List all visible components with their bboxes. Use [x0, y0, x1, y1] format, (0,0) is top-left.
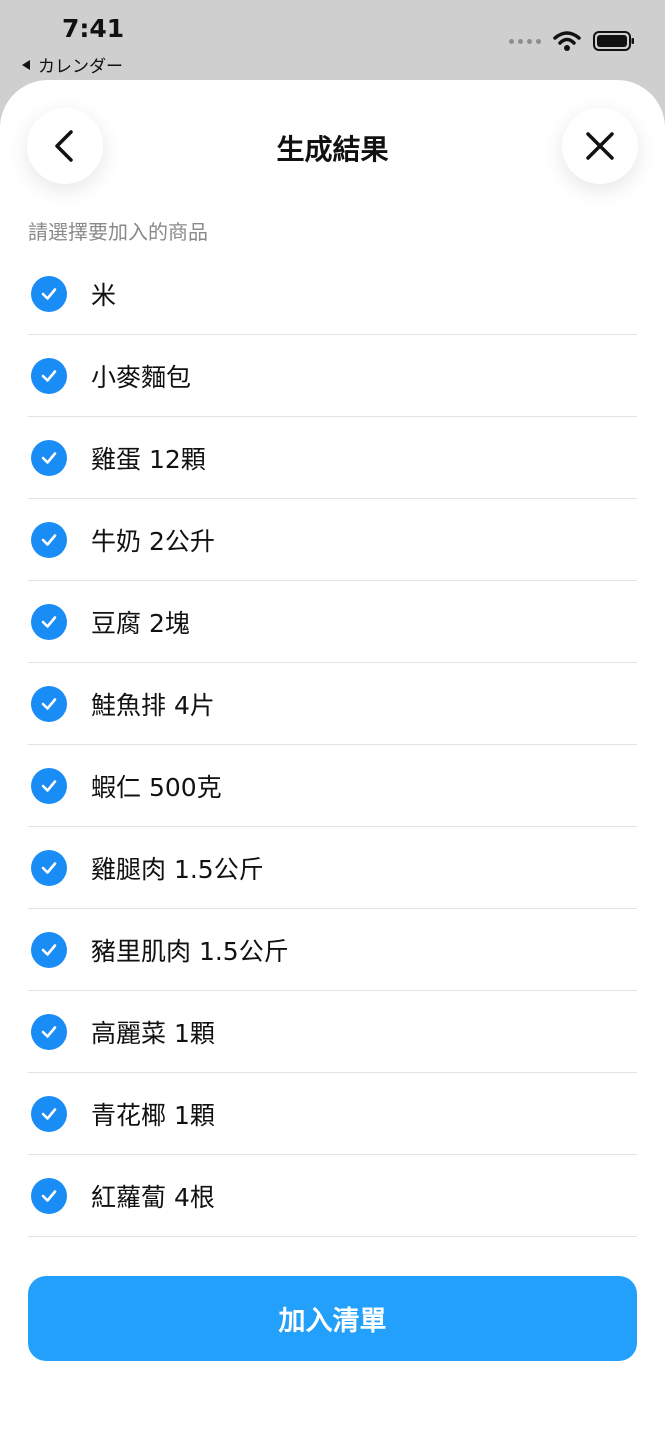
list-item[interactable]: 紅蘿蔔 4根 — [28, 1155, 637, 1237]
triangle-left-icon — [22, 59, 30, 70]
status-bar: 7:41 カレンダー — [0, 0, 665, 80]
list-item[interactable]: 牛奶 2公升 — [28, 499, 637, 581]
item-label: 紅蘿蔔 4根 — [91, 1182, 215, 1212]
list-item[interactable]: 小麥麵包 — [28, 335, 637, 417]
checkmark-icon[interactable] — [31, 767, 67, 804]
item-label: 豆腐 2塊 — [91, 608, 190, 638]
list-item[interactable]: 雞腿肉 1.5公斤 — [28, 827, 637, 909]
status-time: 7:41 — [62, 14, 125, 43]
item-label: 鮭魚排 4片 — [91, 690, 215, 720]
item-label: 青花椰 1顆 — [91, 1100, 215, 1130]
checkmark-icon[interactable] — [31, 931, 67, 968]
list-item[interactable]: 豆腐 2塊 — [28, 581, 637, 663]
instruction-text: 請選擇要加入的商品 — [28, 220, 208, 244]
item-label: 小麥麵包 — [91, 362, 192, 392]
list-item[interactable]: 蝦仁 500克 — [28, 745, 637, 827]
checkmark-icon[interactable] — [31, 849, 67, 886]
list-item[interactable]: 鮭魚排 4片 — [28, 663, 637, 745]
wifi-icon — [553, 31, 581, 51]
status-indicators — [509, 30, 635, 52]
checkmark-icon[interactable] — [31, 685, 67, 722]
item-label: 牛奶 2公升 — [91, 526, 215, 556]
checkmark-icon[interactable] — [31, 357, 67, 394]
checkmark-icon[interactable] — [31, 439, 67, 476]
list-item[interactable]: 米 — [28, 253, 637, 335]
item-label: 雞蛋 12顆 — [91, 444, 206, 474]
status-back-link[interactable]: カレンダー — [20, 52, 123, 77]
item-label: 雞腿肉 1.5公斤 — [91, 854, 264, 884]
close-button[interactable] — [562, 108, 638, 184]
checkmark-icon[interactable] — [31, 603, 67, 640]
checkmark-icon[interactable] — [31, 1177, 67, 1214]
checkmark-icon[interactable] — [31, 1095, 67, 1132]
battery-icon — [593, 31, 634, 51]
checkmark-icon[interactable] — [31, 275, 67, 312]
list-item[interactable]: 雞蛋 12顆 — [28, 417, 637, 499]
item-label: 米 — [91, 280, 117, 310]
add-to-list-button[interactable]: 加入清單 — [28, 1276, 637, 1361]
result-sheet: 生成結果 請選擇要加入的商品 米 小麥麵包 雞蛋 12顆 牛奶 2公升 豆腐 2… — [0, 80, 665, 1440]
list-item[interactable]: 青花椰 1顆 — [28, 1073, 637, 1155]
signal-icon — [509, 38, 541, 44]
status-back-label: カレンダー — [38, 57, 123, 77]
checkmark-icon[interactable] — [31, 1013, 67, 1050]
item-label: 高麗菜 1顆 — [91, 1018, 215, 1048]
item-label: 豬里肌肉 1.5公斤 — [91, 936, 289, 966]
list-item[interactable]: 豬里肌肉 1.5公斤 — [28, 909, 637, 991]
list-item[interactable]: 高麗菜 1顆 — [28, 991, 637, 1073]
checkmark-icon[interactable] — [31, 521, 67, 558]
close-icon — [586, 132, 614, 160]
item-label: 蝦仁 500克 — [91, 772, 222, 802]
product-list: 米 小麥麵包 雞蛋 12顆 牛奶 2公升 豆腐 2塊 鮭魚排 4片 蝦仁 500… — [28, 253, 637, 1237]
